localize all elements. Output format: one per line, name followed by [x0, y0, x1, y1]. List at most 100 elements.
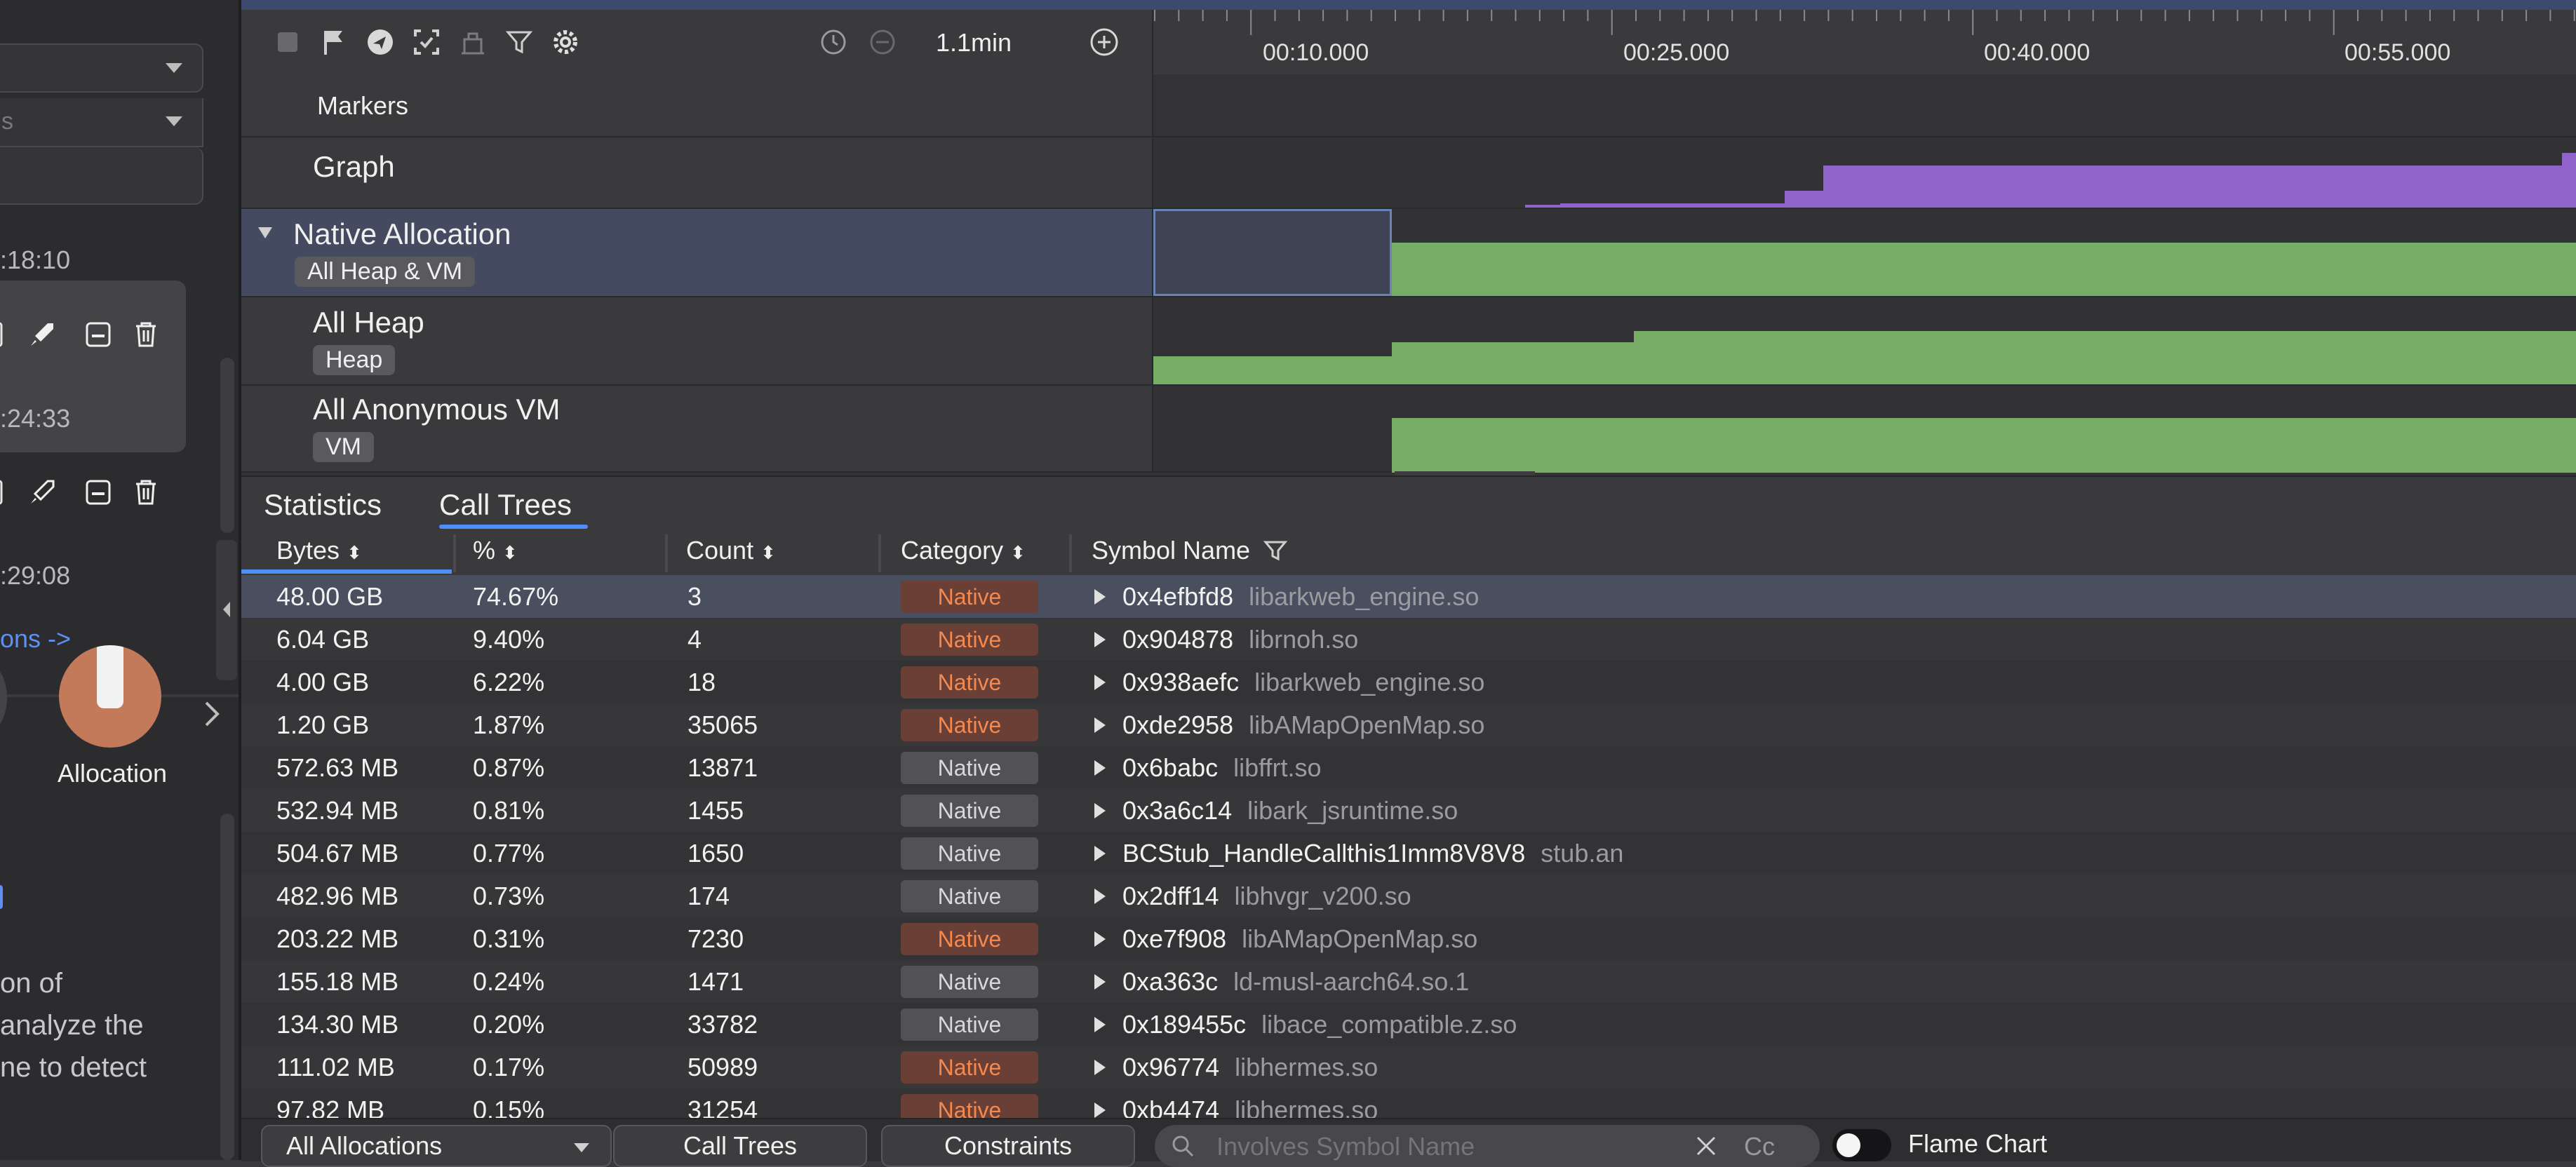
sidebar-field[interactable]: [0, 147, 203, 205]
column-percent[interactable]: % ⬍: [473, 536, 518, 565]
more-options-link[interactable]: ons ->: [0, 624, 71, 654]
disclosure-down-icon[interactable]: [257, 226, 274, 240]
building-icon[interactable]: [456, 25, 490, 59]
sort-icon[interactable]: ⬍: [502, 542, 518, 563]
markers-track[interactable]: [1153, 74, 2576, 137]
clear-icon[interactable]: [1695, 1135, 1717, 1157]
case-sensitive-toggle[interactable]: Cc: [1744, 1132, 1775, 1161]
filter-icon[interactable]: [1263, 538, 1288, 563]
save-icon[interactable]: [83, 477, 114, 508]
all-anonymous-vm-track[interactable]: [1153, 386, 2576, 473]
table-row[interactable]: 97.82 MB 0.15% 31254 Native 0xb4474 libhermes…: [241, 1088, 2576, 1118]
disclosure-triangle-icon[interactable]: [1094, 974, 1106, 990]
disclosure-triangle-icon[interactable]: [1094, 1102, 1106, 1118]
sidebar-scrollbar-lower[interactable]: [220, 814, 234, 1160]
call-trees-button[interactable]: Call Trees: [613, 1125, 867, 1167]
tab-statistics[interactable]: Statistics: [264, 488, 382, 522]
table-row[interactable]: 111.02 MB 0.17% 50989 Native 0x96774 libherme…: [241, 1046, 2576, 1088]
disclosure-triangle-icon[interactable]: [1094, 846, 1106, 861]
disclosure-triangle-icon[interactable]: [1094, 1017, 1106, 1032]
table-row[interactable]: 203.22 MB 0.31% 7230 Native 0xe7f908 libAMapO…: [241, 917, 2576, 960]
selection-range[interactable]: [1153, 209, 1392, 296]
disclosure-triangle-icon[interactable]: [1094, 889, 1106, 904]
settings-gear-icon[interactable]: [549, 25, 582, 59]
table-row[interactable]: 134.30 MB 0.20% 33782 Native 0x189455c libace…: [241, 1003, 2576, 1046]
zoom-reset-icon[interactable]: [817, 25, 850, 59]
chevron-down-icon: [574, 1143, 589, 1152]
device-icon[interactable]: [0, 319, 20, 350]
column-label: Category: [901, 536, 1004, 565]
disclosure-triangle-icon[interactable]: [1094, 1060, 1106, 1075]
symbol-search[interactable]: Cc: [1155, 1125, 1820, 1167]
template-icon-partial[interactable]: [0, 663, 7, 733]
sidebar-select-1[interactable]: [0, 43, 203, 93]
table-row[interactable]: 504.67 MB 0.77% 1650 Native BCStub_HandleCal…: [241, 832, 2576, 875]
count-cell: 33782: [687, 1010, 758, 1039]
zoom-out-icon[interactable]: [866, 25, 899, 59]
percent-cell: 0.81%: [473, 796, 545, 825]
column-symbol-name[interactable]: Symbol Name: [1092, 536, 1288, 565]
graph-track[interactable]: [1153, 137, 2576, 209]
stop-icon[interactable]: [271, 25, 304, 59]
sidebar-select-2[interactable]: s: [0, 98, 203, 147]
lane-all-heap[interactable]: All Heap Heap: [241, 297, 1153, 386]
table-row[interactable]: 482.96 MB 0.73% 174 Native 0x2dff14 libhvgr_v…: [241, 875, 2576, 917]
native-allocation-track[interactable]: [1153, 209, 2576, 297]
filter-icon[interactable]: [502, 25, 536, 59]
navigate-icon[interactable]: [363, 25, 397, 59]
chevron-right-icon[interactable]: [199, 699, 224, 729]
disclosure-triangle-icon[interactable]: [1094, 931, 1106, 947]
column-bytes[interactable]: Bytes ⬍: [276, 536, 362, 565]
lane-title: All Heap: [313, 306, 424, 339]
column-count[interactable]: Count ⬍: [686, 536, 776, 565]
save-icon[interactable]: [83, 319, 114, 350]
table-row[interactable]: 6.04 GB 9.40% 4 Native 0x904878 librnoh.so: [241, 618, 2576, 661]
percent-cell: 9.40%: [473, 625, 545, 654]
search-input[interactable]: [1215, 1131, 1653, 1163]
zoom-in-icon[interactable]: [1087, 25, 1121, 59]
constraints-button[interactable]: Constraints: [881, 1125, 1135, 1167]
lane-all-anonymous-vm[interactable]: All Anonymous VM VM: [241, 386, 1153, 473]
lane-native-allocation[interactable]: Native Allocation All Heap & VM: [241, 209, 1153, 297]
table-row[interactable]: 1.20 GB 1.87% 35065 Native 0xde2958 libAMapOp…: [241, 703, 2576, 746]
disclosure-triangle-icon[interactable]: [1094, 760, 1106, 776]
tab-call-trees[interactable]: Call Trees: [439, 488, 572, 522]
rocket-icon[interactable]: [27, 477, 58, 508]
table-row[interactable]: 4.00 GB 6.22% 18 Native 0x938aefc libarkweb_e…: [241, 661, 2576, 703]
flame-chart-toggle[interactable]: [1832, 1129, 1891, 1161]
disclosure-triangle-icon[interactable]: [1094, 632, 1106, 647]
all-heap-track[interactable]: [1153, 297, 2576, 386]
rocket-icon[interactable]: [27, 319, 58, 350]
table-row[interactable]: 48.00 GB 74.67% 3 Native 0x4efbfd8 libarkweb_…: [241, 575, 2576, 618]
sidebar-scrollbar[interactable]: [220, 358, 234, 533]
sort-icon[interactable]: ⬍: [1010, 542, 1026, 563]
column-separator[interactable]: [1069, 534, 1072, 572]
sort-icon[interactable]: ⬍: [760, 542, 776, 563]
trash-icon[interactable]: [130, 477, 161, 508]
symbol-cell: 0x4efbfd8 libarkweb_engine.so: [1122, 582, 1479, 612]
time-ruler[interactable]: 00:10.000 00:25.000 00:40.000 00:55.000: [1153, 10, 2576, 76]
lane-graph[interactable]: Graph: [241, 137, 1153, 209]
column-separator[interactable]: [453, 534, 456, 572]
sidebar-collapse-handle[interactable]: [216, 540, 237, 680]
lane-markers[interactable]: Markers: [241, 74, 1153, 137]
capture-icon[interactable]: [410, 25, 443, 59]
disclosure-triangle-icon[interactable]: [1094, 675, 1106, 690]
column-category[interactable]: Category ⬍: [901, 536, 1026, 565]
allocation-template-icon[interactable]: [59, 645, 161, 748]
flag-icon[interactable]: [317, 25, 351, 59]
disclosure-triangle-icon[interactable]: [1094, 803, 1106, 818]
disclosure-triangle-icon[interactable]: [1094, 589, 1106, 605]
allocation-filter-select[interactable]: All Allocations: [261, 1125, 612, 1167]
disclosure-triangle-icon[interactable]: [1094, 717, 1106, 733]
column-separator[interactable]: [665, 534, 668, 572]
link-fragment[interactable]: [0, 885, 3, 909]
sort-icon[interactable]: ⬍: [347, 542, 362, 563]
percent-cell: 0.77%: [473, 839, 545, 868]
column-separator[interactable]: [878, 534, 881, 572]
device-icon[interactable]: [0, 477, 20, 508]
table-row[interactable]: 532.94 MB 0.81% 1455 Native 0x3a6c14 libark_j…: [241, 789, 2576, 832]
table-row[interactable]: 572.63 MB 0.87% 13871 Native 0x6babc libffrt.…: [241, 746, 2576, 789]
table-row[interactable]: 155.18 MB 0.24% 1471 Native 0xa363c ld-musl-a…: [241, 960, 2576, 1003]
trash-icon[interactable]: [130, 319, 161, 350]
